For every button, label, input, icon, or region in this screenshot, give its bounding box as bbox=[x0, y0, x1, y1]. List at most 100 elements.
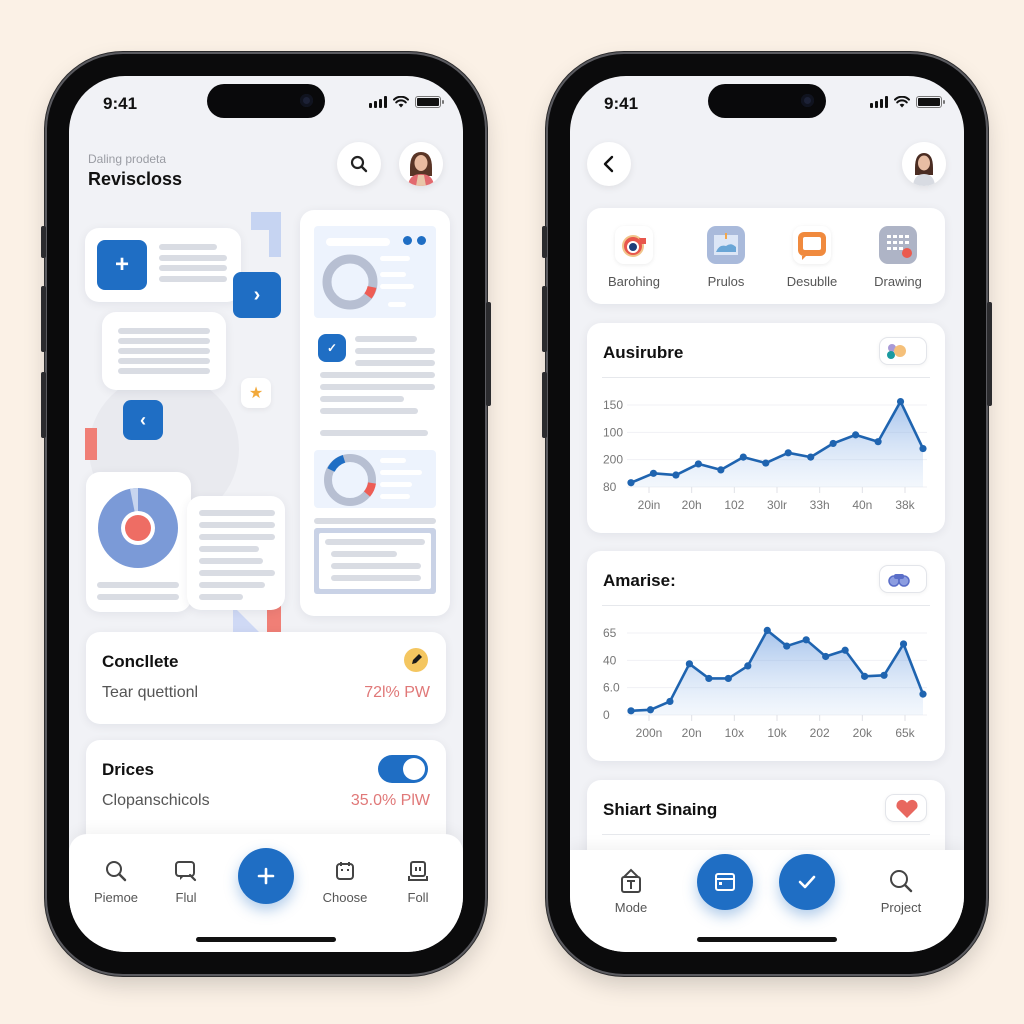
data-point[interactable] bbox=[783, 642, 791, 650]
data-point[interactable] bbox=[880, 671, 888, 679]
donut-chart-icon bbox=[322, 254, 378, 310]
pencil-badge-icon[interactable] bbox=[404, 648, 428, 672]
tab-foll[interactable]: Foll bbox=[383, 856, 453, 905]
data-point[interactable] bbox=[627, 479, 635, 487]
data-point[interactable] bbox=[899, 640, 908, 648]
card-title: Concllete bbox=[102, 652, 179, 671]
y-tick-label: 80 bbox=[603, 480, 617, 494]
heart-icon bbox=[896, 799, 918, 818]
x-tick-label: 102 bbox=[724, 498, 744, 512]
data-point[interactable] bbox=[919, 690, 927, 698]
data-point[interactable] bbox=[822, 652, 830, 661]
section-title: Shiart Sinaing bbox=[603, 800, 718, 819]
grid-icon bbox=[879, 226, 917, 264]
window-icon bbox=[715, 873, 735, 891]
right-phone: 9:41 Barohing Prulos Desublle Drawing Au… bbox=[542, 54, 992, 974]
illustration-card bbox=[102, 312, 226, 390]
favorite-badge[interactable] bbox=[885, 794, 927, 822]
battery-icon bbox=[415, 96, 444, 108]
x-tick-label: 20h bbox=[682, 498, 702, 512]
x-tick-label: 65k bbox=[895, 726, 915, 740]
data-point[interactable] bbox=[802, 636, 810, 644]
data-point[interactable] bbox=[724, 674, 732, 683]
tab-project[interactable]: Project bbox=[866, 866, 936, 915]
x-tick-label: 20in bbox=[638, 498, 661, 512]
data-point[interactable] bbox=[807, 453, 815, 461]
area-chart-ausirubre: 150 100 200 80 20in 20h 102 30lr 33h 40n 38k bbox=[603, 397, 927, 512]
tab-choose[interactable]: Choose bbox=[310, 856, 380, 905]
quick-action-desublle[interactable]: Desublle bbox=[769, 226, 855, 289]
chart-card-ausirubre: Ausirubre 150 100 200 80 20in 20h 102 30lr 33h 40… bbox=[587, 323, 945, 533]
volume-down-button bbox=[542, 372, 547, 438]
palette-badge[interactable] bbox=[879, 337, 927, 365]
data-point[interactable] bbox=[694, 460, 702, 468]
share-box-icon bbox=[621, 868, 641, 893]
confirm-button[interactable] bbox=[779, 854, 835, 910]
user-photo-icon bbox=[902, 142, 946, 186]
data-point[interactable] bbox=[896, 397, 905, 406]
signal-icon bbox=[870, 96, 888, 108]
back-button[interactable] bbox=[587, 142, 631, 186]
y-tick-label: 0 bbox=[603, 708, 610, 722]
wifi-icon bbox=[894, 96, 910, 108]
tab-bar: Mode Project bbox=[570, 850, 964, 952]
area-chart-amarise: 65 40 6.0 0 200n 20n 10x 10k 202 20k 65k bbox=[603, 626, 927, 740]
tab-flul[interactable]: Flul bbox=[151, 856, 221, 905]
volume-up-button bbox=[542, 286, 547, 352]
dynamic-island bbox=[207, 84, 325, 118]
calendar-icon bbox=[336, 862, 354, 880]
data-point[interactable] bbox=[627, 707, 635, 715]
action-button bbox=[41, 226, 46, 258]
data-point[interactable] bbox=[672, 471, 680, 479]
data-point[interactable] bbox=[861, 672, 869, 680]
data-point[interactable] bbox=[744, 662, 752, 670]
quick-action-prulos[interactable]: Prulos bbox=[683, 226, 769, 289]
tab-piemoe[interactable]: Piemoe bbox=[81, 856, 151, 905]
data-point[interactable] bbox=[649, 469, 658, 477]
data-point[interactable] bbox=[705, 674, 713, 683]
data-point[interactable] bbox=[762, 459, 770, 467]
y-tick-label: 40 bbox=[603, 653, 617, 667]
window-button[interactable] bbox=[697, 854, 753, 910]
tab-mode[interactable]: Mode bbox=[596, 866, 666, 915]
data-point[interactable] bbox=[666, 697, 674, 706]
data-point[interactable] bbox=[829, 439, 837, 448]
illustration-card: + bbox=[85, 228, 241, 302]
chart-title: Amarise: bbox=[603, 571, 676, 590]
toggle-switch[interactable] bbox=[378, 755, 428, 783]
action-button bbox=[542, 226, 547, 258]
image-icon bbox=[707, 226, 745, 264]
data-point[interactable] bbox=[646, 706, 655, 714]
x-tick-label: 200n bbox=[636, 726, 663, 740]
filter-badge[interactable] bbox=[879, 565, 927, 593]
battery-icon bbox=[916, 96, 945, 108]
wifi-icon bbox=[393, 96, 409, 108]
card-value: 35.0% PlW bbox=[350, 792, 430, 809]
search-button[interactable] bbox=[337, 142, 381, 186]
volume-up-button bbox=[41, 286, 46, 352]
data-point[interactable] bbox=[874, 438, 882, 446]
page-title: Reviscloss bbox=[88, 169, 183, 189]
y-tick-label: 100 bbox=[603, 425, 623, 439]
x-tick-label: 30lr bbox=[767, 498, 787, 512]
data-point[interactable] bbox=[717, 466, 725, 474]
list-card-concllete[interactable]: Concllete Tear quettionl 72l% PW bbox=[86, 632, 446, 724]
data-point[interactable] bbox=[685, 660, 693, 668]
quick-action-barohing[interactable]: Barohing bbox=[591, 226, 677, 289]
divider bbox=[602, 377, 930, 378]
avatar[interactable] bbox=[399, 142, 443, 186]
camera-icon bbox=[615, 226, 653, 264]
card-title: Drices bbox=[102, 760, 154, 779]
data-point[interactable] bbox=[841, 646, 849, 654]
doc-chart-panel bbox=[314, 450, 436, 508]
add-button[interactable] bbox=[238, 848, 294, 904]
data-point[interactable] bbox=[852, 431, 860, 439]
quick-action-drawing[interactable]: Drawing bbox=[855, 226, 941, 289]
donut-chart-icon bbox=[324, 454, 376, 506]
y-tick-label: 65 bbox=[603, 626, 617, 640]
data-point[interactable] bbox=[784, 449, 792, 457]
data-point[interactable] bbox=[919, 444, 927, 453]
avatar[interactable] bbox=[902, 142, 946, 186]
data-point[interactable] bbox=[739, 453, 747, 461]
data-point[interactable] bbox=[763, 626, 771, 634]
